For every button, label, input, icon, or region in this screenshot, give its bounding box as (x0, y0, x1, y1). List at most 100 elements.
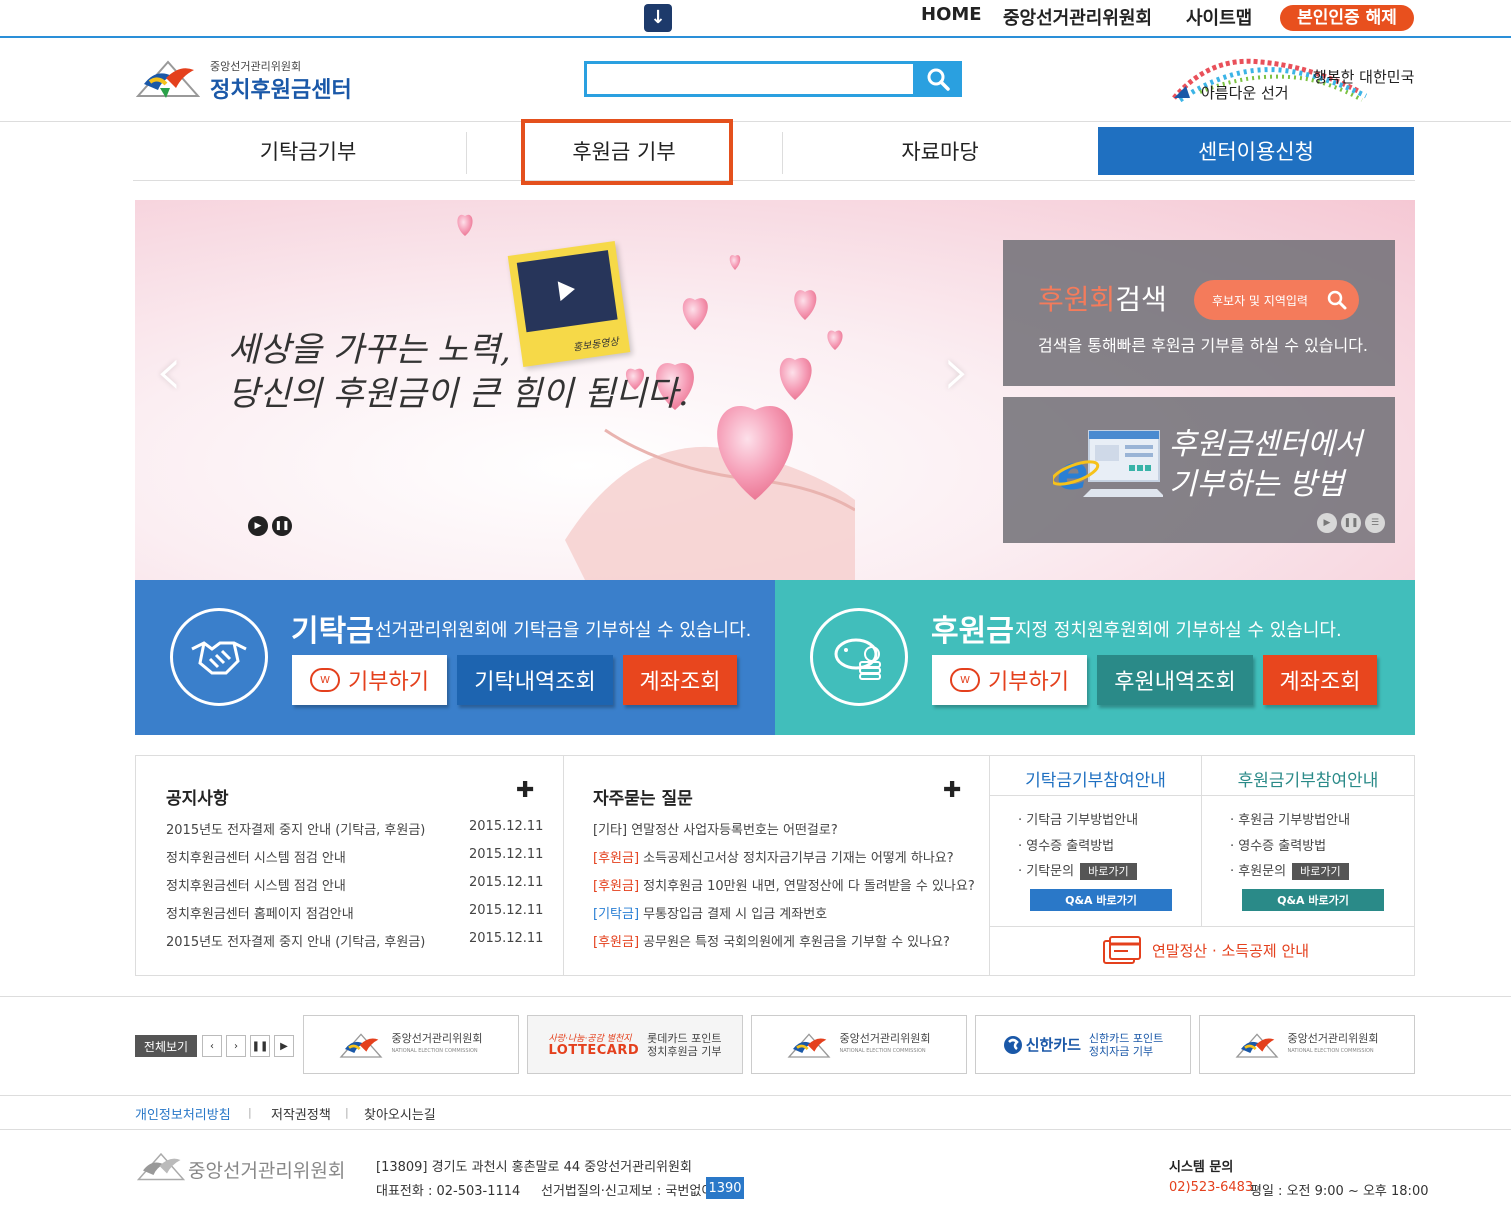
logo-dove-icon[interactable] (136, 54, 200, 102)
candidate-region-input-button[interactable]: 후보자 및 지역입력 (1194, 280, 1359, 320)
partners-divider (0, 996, 1511, 997)
notice-more-plus-icon[interactable]: ✚ (516, 778, 534, 803)
nav-center-application[interactable]: 센터이용신청 (1098, 127, 1414, 175)
deposit-guide-item[interactable]: · 영수증 출력방법 (1018, 835, 1114, 854)
deposit-go-button[interactable]: 바로가기 (1080, 863, 1137, 880)
logo-title[interactable]: 정치후원금센터 (210, 72, 352, 104)
faq-question: 소득공제신고서상 정치자금기부금 기재는 어떻게 하나요? (643, 851, 954, 866)
partners-play-icon[interactable]: ▶ (274, 1035, 294, 1057)
donation-guide-panel[interactable]: e 후원금센터에서 기부하는 방법 ▶ ❚❚ ☰ (1003, 397, 1395, 543)
privacy-policy-link[interactable]: 개인정보처리방침 (135, 1104, 231, 1123)
banner-pause-icon[interactable]: ❚❚ (272, 516, 292, 536)
faq-question: 정치후원금 10만원 내면, 연말정산에 다 돌려받을 수 있나요? (643, 879, 975, 894)
search-icon (1327, 290, 1347, 310)
faq-title: 자주묻는 질문 (593, 789, 693, 809)
faq-question: 공무원은 특정 국회의원에게 후원금을 기부할 수 있나요? (643, 935, 950, 950)
handshake-icon (170, 608, 268, 706)
notice-item[interactable]: 2015년도 전자결제 중지 안내 (기탁금, 후원금) (166, 931, 425, 950)
menu-icon[interactable]: ☰ (1365, 513, 1385, 533)
deposit-description: 선거관리위원회에 기탁금을 기부하실 수 있습니다. (375, 620, 752, 641)
notice-item[interactable]: 2015년도 전자결제 중지 안내 (기탁금, 후원금) (166, 819, 425, 838)
nav-deposit-donation[interactable]: 기탁금기부 (150, 122, 466, 180)
partners-view-all-button[interactable]: 전체보기 (135, 1035, 197, 1057)
lottecard-logo: 사랑·나눔·공감 별천지 LOTTECARD (548, 1033, 640, 1058)
deposit-guide-item[interactable]: · 기탁금 기부방법안내 (1018, 809, 1138, 828)
deposit-history-button[interactable]: 기탁내역조회 (457, 655, 613, 705)
notice-item[interactable]: 정치후원금센터 시스템 점검 안내 (166, 847, 346, 866)
video-thumbnail (516, 250, 618, 333)
sponsor-qa-button[interactable]: Q&A 바로가기 (1242, 889, 1384, 911)
sponsor-history-button[interactable]: 후원내역조회 (1097, 655, 1253, 705)
nec-link[interactable]: 중앙선거관리위원회 (1003, 4, 1152, 30)
sponsor-guide-title[interactable]: 후원금기부참여안내 (1202, 766, 1414, 791)
sponsor-guide-item[interactable]: · 후원문의 바로가기 (1230, 860, 1349, 880)
faq-item[interactable]: [후원금] 소득공제신고서상 정치자금기부금 기재는 어떻게 하나요? (593, 847, 954, 866)
deposit-donate-label: 기부하기 (348, 670, 429, 695)
sponsor-go-button[interactable]: 바로가기 (1292, 863, 1349, 880)
partners-prev-icon[interactable]: ‹ (202, 1035, 222, 1057)
deposit-account-button[interactable]: 계좌조회 (623, 655, 737, 705)
sponsor-search-description: 검색을 통해빠른 후원금 기부를 하실 수 있습니다. (1038, 336, 1369, 355)
partner-banner-shinhancard[interactable]: 신한카드 신한카드 포인트 정치자금 기부 (975, 1015, 1191, 1074)
partner-banner-nec[interactable]: 중앙선거관리위원회 NATIONAL ELECTION COMMISSION (751, 1015, 967, 1074)
donation-guide-title: 후원금센터에서 기부하는 방법 (1169, 425, 1362, 505)
deposit-section: 기탁금 선거관리위원회에 기탁금을 기부하실 수 있습니다. W 기부하기 기탁… (135, 580, 775, 735)
play-icon (557, 279, 577, 302)
banner-play-icon[interactable]: ▶ (248, 516, 268, 536)
footer-logo-icon (137, 1152, 185, 1181)
system-inquiry-hours: 평일 : 오전 9:00 ~ 오후 18:00 (1250, 1184, 1429, 1199)
card-receipt-icon (1103, 936, 1141, 964)
slogan-happy-korea: 행복한 대한민국 (1313, 68, 1415, 86)
search-input[interactable] (587, 64, 913, 94)
partner-text: 중앙선거관리위원회 NATIONAL ELECTION COMMISSION (391, 1031, 483, 1054)
notice-date: 2015.12.11 (469, 903, 544, 918)
footer-link-separator: | (248, 1106, 252, 1119)
sponsor-account-button[interactable]: 계좌조회 (1263, 655, 1377, 705)
search-button[interactable] (914, 61, 962, 97)
play-icon[interactable]: ▶ (1317, 513, 1337, 533)
partners-pause-icon[interactable]: ❚❚ (250, 1035, 270, 1057)
deposit-donate-button[interactable]: W 기부하기 (292, 655, 447, 705)
system-inquiry-title: 시스템 문의 (1169, 1160, 1234, 1175)
footer-divider (0, 1129, 1511, 1130)
sponsor-title: 후원금 (931, 614, 1014, 649)
sitemap-link[interactable]: 사이트맵 (1186, 4, 1252, 30)
partner-banner-lottecard[interactable]: 사랑·나눔·공감 별천지 LOTTECARD 롯데카드 포인트 정치후원금 기부 (527, 1015, 743, 1074)
banner-next-arrow-icon[interactable]: › (943, 330, 971, 412)
deposit-qa-button[interactable]: Q&A 바로가기 (1030, 889, 1172, 911)
sponsor-donate-button[interactable]: W 기부하기 (932, 655, 1087, 705)
faq-item[interactable]: [후원금] 정치후원금 10만원 내면, 연말정산에 다 돌려받을 수 있나요? (593, 875, 975, 894)
copyright-policy-link[interactable]: 저작권정책 (271, 1104, 331, 1123)
down-arrow-icon[interactable]: ↓ (644, 4, 672, 32)
faq-item[interactable]: [후원금] 공무원은 특정 국회의원에게 후원금을 기부할 수 있나요? (593, 931, 950, 950)
partners-next-icon[interactable]: › (226, 1035, 246, 1057)
slogan-beautiful-election: 아름다운 선거 (1201, 84, 1289, 102)
notice-item[interactable]: 정치후원금센터 시스템 점검 안내 (166, 875, 346, 894)
directions-link[interactable]: 찾아오시는길 (364, 1104, 436, 1123)
nec-logo-icon (1235, 1032, 1279, 1058)
faq-item[interactable]: [기탁금] 무통장입금 결제 시 입금 계좌번호 (593, 903, 827, 922)
board-separator (563, 756, 564, 975)
notice-item[interactable]: 정치후원금센터 홈페이지 점검안내 (166, 903, 354, 922)
piggy-bank-icon (810, 608, 908, 706)
sponsor-guide-item[interactable]: · 후원금 기부방법안내 (1230, 809, 1350, 828)
sponsor-section: 후원금 지정 정치원후원회에 기부하실 수 있습니다. W 기부하기 후원내역조… (775, 580, 1415, 735)
sponsor-guide-item[interactable]: · 영수증 출력방법 (1230, 835, 1326, 854)
partner-banner-nec[interactable]: 중앙선거관리위원회 NATIONAL ELECTION COMMISSION (1199, 1015, 1415, 1074)
deposit-guide-title[interactable]: 기탁금기부참여안내 (990, 766, 1201, 791)
faq-item[interactable]: [기타] 연말정산 사업자등록번호는 어떤걸로? (593, 819, 838, 838)
nav-resources[interactable]: 자료마당 (782, 122, 1098, 180)
sponsor-search-title: 후원회검색 (1038, 283, 1167, 316)
auth-release-button[interactable]: 본인인증 해제 (1280, 5, 1414, 31)
partner-banner-nec[interactable]: 중앙선거관리위원회 NATIONAL ELECTION COMMISSION (303, 1015, 519, 1074)
won-icon: W (310, 668, 341, 692)
deposit-guide-item[interactable]: · 기탁문의 바로가기 (1018, 860, 1137, 880)
svg-text:e: e (1057, 446, 1088, 500)
pause-icon[interactable]: ❚❚ (1341, 513, 1361, 533)
banner-prev-arrow-icon[interactable]: ‹ (155, 330, 183, 412)
faq-more-plus-icon[interactable]: ✚ (943, 778, 961, 803)
faq-tag: [후원금] (593, 935, 640, 950)
home-link[interactable]: HOME (921, 4, 982, 25)
tax-notice-link[interactable]: 연말정산 · 소득공제 안내 (1102, 935, 1309, 965)
promo-video-card[interactable]: 홍보동영상 (507, 241, 631, 367)
